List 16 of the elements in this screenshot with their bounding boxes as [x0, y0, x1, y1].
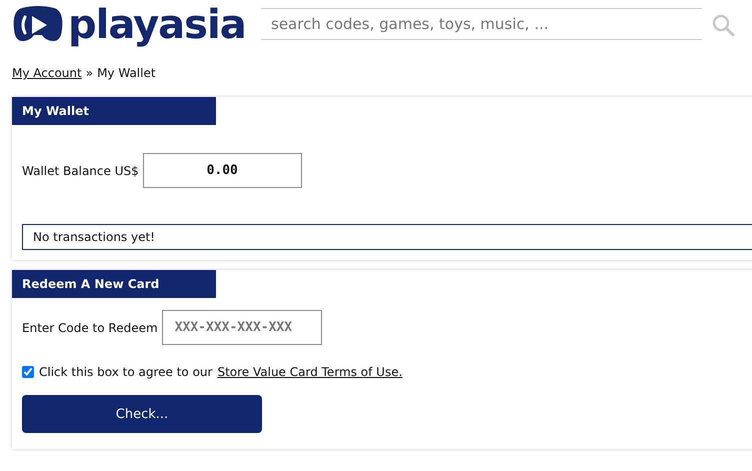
- transactions-box: No transactions yet!: [22, 224, 752, 250]
- panel-heading: My Wallet: [12, 97, 216, 125]
- agree-text: Click this box to agree to our: [39, 365, 212, 379]
- panel-heading: Redeem A New Card: [12, 270, 216, 298]
- breadcrumb-separator: »: [86, 66, 94, 82]
- agree-checkbox[interactable]: [22, 366, 34, 378]
- breadcrumb-current: My Wallet: [97, 66, 156, 82]
- check-button[interactable]: Check...: [22, 395, 262, 433]
- code-label: Enter Code to Redeem: [22, 320, 158, 334]
- breadcrumb-link[interactable]: My Account: [12, 66, 82, 96]
- balance-field: 0.00: [142, 153, 302, 188]
- balance-label: Wallet Balance US$: [22, 164, 139, 178]
- terms-link[interactable]: Store Value Card Terms of Use.: [217, 365, 402, 379]
- code-field[interactable]: XXX-XXX-XXX-XXX: [162, 310, 322, 345]
- logo-wordmark: playasia: [68, 5, 246, 45]
- search-field[interactable]: search codes, games, toys, music, ...: [261, 8, 702, 40]
